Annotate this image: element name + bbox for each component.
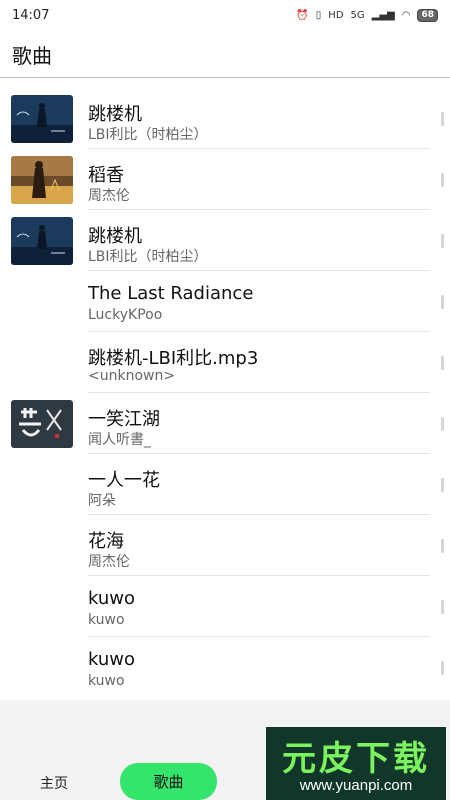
scrollbar-thumb[interactable] <box>441 600 444 614</box>
song-title: 一人一花 <box>88 470 160 491</box>
song-row[interactable]: 一人一花 阿朵 <box>0 454 450 515</box>
song-artist: 阿朵 <box>88 493 116 509</box>
song-row[interactable]: kuwo kuwo <box>0 576 450 637</box>
scrollbar-thumb[interactable] <box>441 173 444 187</box>
song-list[interactable]: 跳楼机 LBI利比（时柏尘） 稻香 周杰伦 跳楼机 LBI利比（时柏尘） The… <box>0 88 450 698</box>
song-artist: 周杰伦 <box>88 188 130 204</box>
song-artist: LBI利比（时柏尘） <box>88 127 208 143</box>
song-artist: 周杰伦 <box>88 554 130 570</box>
page-title: 歌曲 <box>12 44 52 68</box>
scrollbar-thumb[interactable] <box>441 478 444 492</box>
scrollbar-thumb[interactable] <box>441 661 444 675</box>
song-artist: LuckyKPoo <box>88 307 163 323</box>
song-title: 跳楼机 <box>88 226 142 247</box>
song-artist: 闻人听書_ <box>88 432 151 448</box>
song-artist: kuwo <box>88 673 125 689</box>
scrollbar-thumb[interactable] <box>441 234 444 248</box>
song-row[interactable]: 跳楼机 LBI利比（时柏尘） <box>0 88 450 149</box>
song-artist: kuwo <box>88 612 125 628</box>
hd-icon: HD <box>328 9 344 21</box>
nav-home-tab[interactable]: 主页 <box>40 773 68 793</box>
status-icons: ⏰ ▯ HD 5G ▂▄▆ ◠ 68 <box>296 8 438 22</box>
song-artist: <unknown> <box>88 368 176 384</box>
scrollbar-thumb[interactable] <box>441 295 444 309</box>
song-title: 一笑江湖 <box>88 409 160 430</box>
network-label: 5G <box>350 9 365 21</box>
song-row[interactable]: 稻香 周杰伦 <box>0 149 450 210</box>
album-cover <box>11 95 73 143</box>
song-row[interactable]: 跳楼机-LBI利比.mp3 <unknown> <box>0 332 450 393</box>
song-title: The Last Radiance <box>88 283 254 304</box>
song-row[interactable]: 跳楼机 LBI利比（时柏尘） <box>0 210 450 271</box>
watermark-logo: 元皮下载 www.yuanpi.com <box>266 727 446 800</box>
album-cover <box>11 156 73 204</box>
status-bar: 14:07 ⏰ ▯ HD 5G ▂▄▆ ◠ 68 <box>0 0 450 30</box>
song-title: 稻香 <box>88 165 124 186</box>
nav-songs-tab[interactable]: 歌曲 <box>120 763 217 800</box>
watermark-url: www.yuanpi.com <box>299 777 413 794</box>
song-title: 跳楼机 <box>88 104 142 125</box>
song-title: kuwo <box>88 588 136 609</box>
album-cover <box>11 400 73 448</box>
wifi-icon: ◠ <box>401 9 411 21</box>
battery-indicator: 68 <box>417 8 438 22</box>
song-title: 花海 <box>88 531 124 552</box>
watermark-text: 元皮下载 <box>282 739 430 779</box>
song-title: kuwo <box>88 649 136 670</box>
scrollbar-thumb[interactable] <box>441 417 444 431</box>
scrollbar-thumb[interactable] <box>441 112 444 126</box>
song-row[interactable]: kuwo kuwo <box>0 637 450 698</box>
vibrate-icon: ▯ <box>315 9 322 21</box>
signal-icon: ▂▄▆ <box>371 9 395 21</box>
album-cover <box>11 217 73 265</box>
status-time: 14:07 <box>12 7 50 23</box>
song-artist: LBI利比（时柏尘） <box>88 249 208 265</box>
song-row[interactable]: The Last Radiance LuckyKPoo <box>0 271 450 332</box>
scrollbar-thumb[interactable] <box>441 539 444 553</box>
song-row[interactable]: 花海 周杰伦 <box>0 515 450 576</box>
song-row[interactable]: 一笑江湖 闻人听書_ <box>0 393 450 454</box>
song-title: 跳楼机-LBI利比.mp3 <box>88 348 259 369</box>
alarm-icon: ⏰ <box>296 9 309 21</box>
scrollbar-thumb[interactable] <box>441 356 444 370</box>
page-header: 歌曲 <box>0 30 450 78</box>
